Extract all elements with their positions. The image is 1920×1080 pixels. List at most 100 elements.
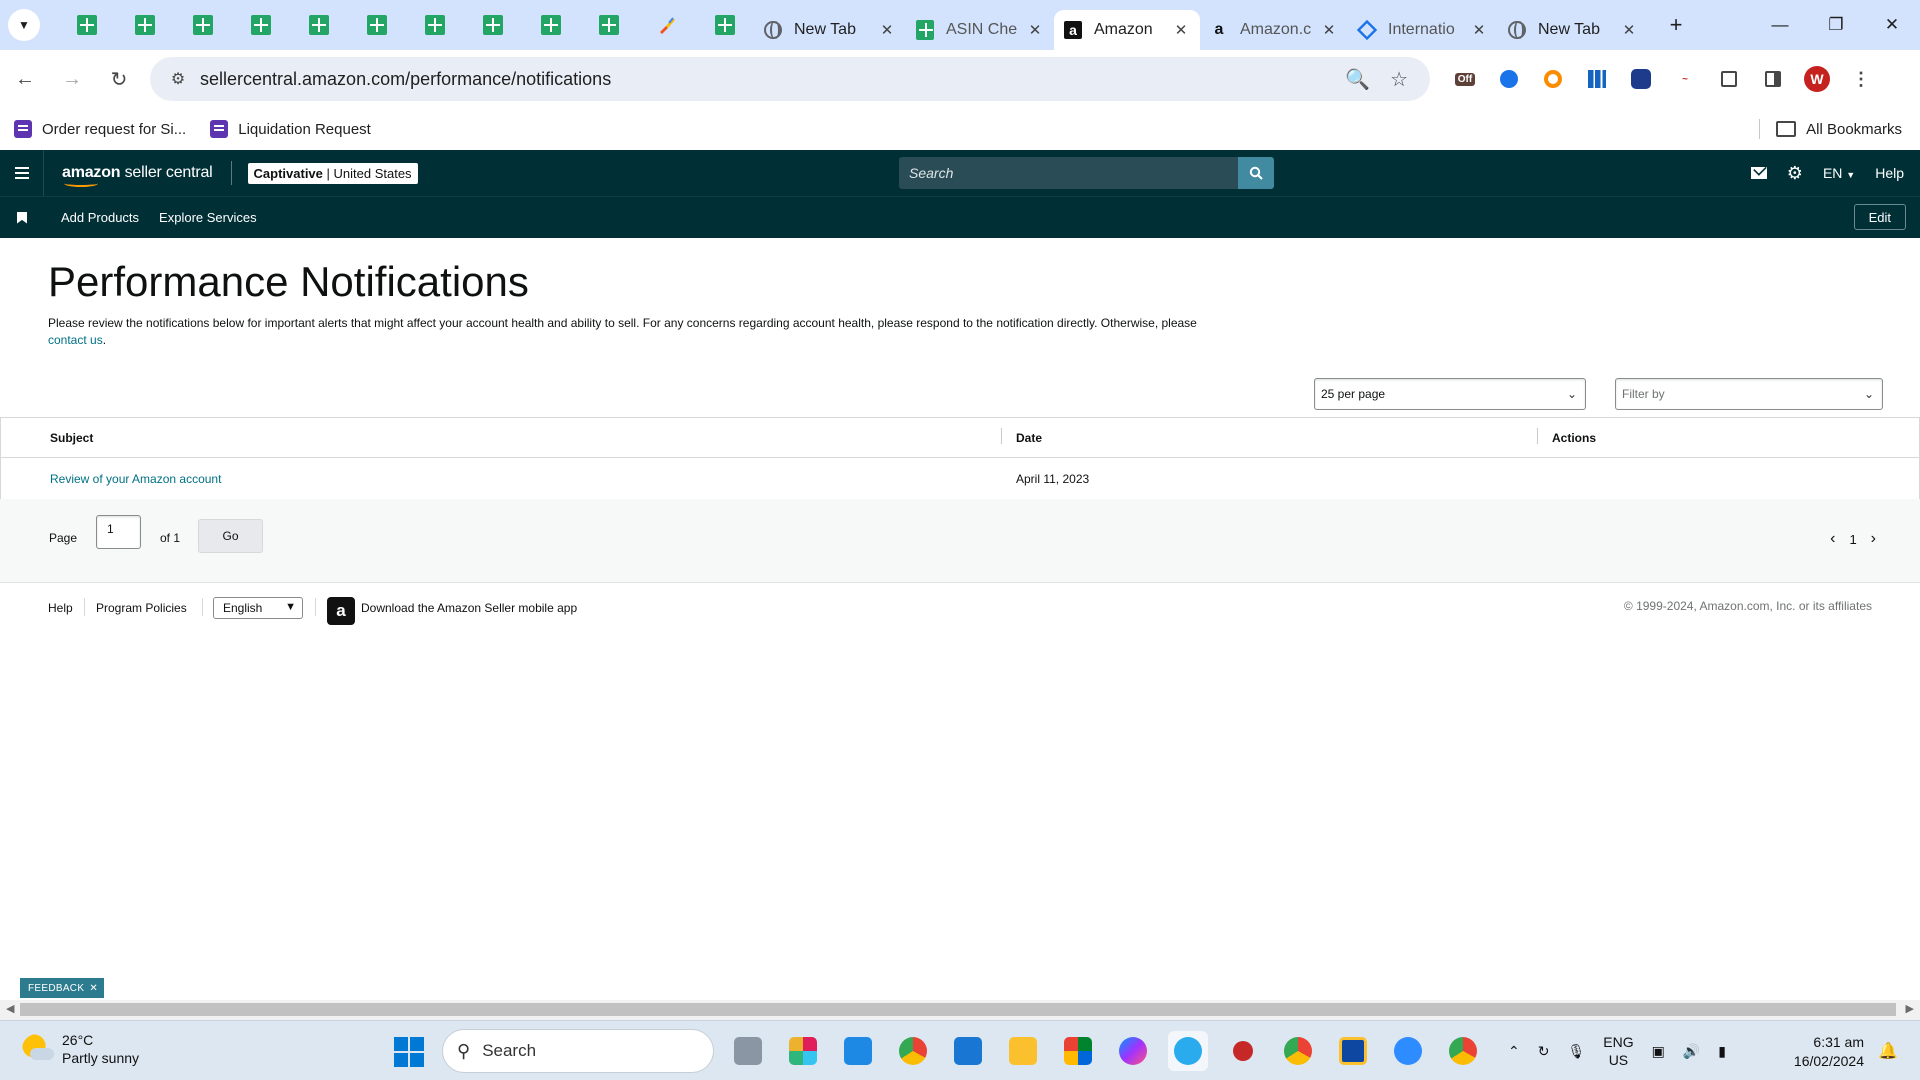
tab-asin-checker[interactable]: ASIN Che ✕ [906,10,1054,50]
r-app-icon[interactable] [1333,1031,1373,1071]
site-settings-icon[interactable]: ⚙ [156,69,200,89]
tab-international[interactable]: Internatio ✕ [1348,10,1498,50]
edit-button[interactable]: Edit [1853,204,1906,230]
close-window-icon[interactable]: ✕ [1864,0,1920,50]
taskbar-search[interactable]: ⚲ Search [442,1029,714,1073]
pinned-tab-sheets[interactable] [464,7,522,43]
column-header-date[interactable]: Date [1001,427,1537,445]
program-policies-link[interactable]: Program Policies [96,601,187,615]
chevron-left-icon[interactable]: ‹ [1830,530,1835,548]
filter-select[interactable]: Filter by ⌄ [1615,378,1883,410]
column-header-subject[interactable]: Subject [1,431,1001,445]
pinned-tab-sheets[interactable] [232,7,290,43]
tab-new-tab[interactable]: New Tab ✕ [1498,10,1648,50]
sync-icon[interactable]: ↻ [1538,1043,1550,1060]
new-tab-button[interactable]: + [1662,12,1690,38]
helium-extension-icon[interactable] [1494,64,1524,94]
zoom-icon[interactable] [1388,1031,1428,1071]
chrome-profile-icon[interactable] [1443,1031,1483,1071]
restore-icon[interactable]: ❐ [1808,0,1864,50]
pinned-tab-sheets[interactable] [174,7,232,43]
footer-language-select[interactable]: English ▼ [213,597,303,619]
chrome-icon[interactable] [893,1031,933,1071]
page-number-input[interactable]: 1 [96,515,141,549]
all-bookmarks-button[interactable]: All Bookmarks [1759,108,1902,150]
orange-extension-icon[interactable] [1538,64,1568,94]
forward-button[interactable]: → [50,57,94,101]
tab-amazon-com[interactable]: a Amazon.c ✕ [1200,10,1348,50]
back-button[interactable]: ← [3,57,47,101]
url-text[interactable]: sellercentral.amazon.com/performance/not… [200,69,1345,90]
address-bar[interactable]: ⚙ sellercentral.amazon.com/performance/n… [150,57,1430,101]
close-icon[interactable]: ✕ [878,21,896,39]
tab-amazon-active[interactable]: a Amazon ✕ [1054,10,1200,50]
chevron-right-icon[interactable]: › [1871,530,1876,548]
volume-icon[interactable]: 🔊 [1683,1043,1700,1060]
notepad-icon[interactable] [948,1031,988,1071]
chrome-menu-icon[interactable]: ⋮ [1846,64,1876,94]
mail-icon[interactable] [1750,167,1767,179]
bookmark-star-icon[interactable]: ☆ [1390,67,1408,92]
amazon-app-icon[interactable]: a [327,597,355,625]
messenger-icon[interactable] [1113,1031,1153,1071]
notification-bell-icon[interactable]: 🔔 [1878,1041,1898,1061]
pinned-tab-sheets[interactable] [406,7,464,43]
google-meet-icon[interactable] [1058,1031,1098,1071]
pinned-tab-sheets[interactable] [116,7,174,43]
profile-avatar[interactable]: W [1802,64,1832,94]
microphone-icon[interactable]: 🎙 [1567,1043,1585,1060]
close-icon[interactable]: ✕ [1620,21,1638,39]
pinned-tab-brush[interactable] [638,7,696,43]
bookmark-liquidation-request[interactable]: Liquidation Request [210,120,371,138]
close-icon[interactable]: ✕ [1470,21,1488,39]
chevron-up-icon[interactable]: ⌃ [1508,1043,1520,1060]
tab-search-icon[interactable]: ▼ [8,9,40,41]
account-switcher[interactable]: Captivative | United States [247,162,418,184]
pinned-tab-sheets[interactable] [290,7,348,43]
pinned-tab-sheets[interactable] [580,7,638,43]
bookmark-order-request[interactable]: Order request for Si... [14,120,186,138]
weather-widget[interactable]: 26°C Partly sunny [22,1031,139,1067]
download-app-link[interactable]: Download the Amazon Seller mobile app [361,601,577,615]
task-view-icon[interactable] [728,1031,768,1071]
pinned-tab-sheets[interactable] [58,7,116,43]
mail-app-icon[interactable] [838,1031,878,1071]
notification-subject-link[interactable]: Review of your Amazon account [50,472,221,486]
input-language[interactable]: ENG US [1603,1033,1633,1069]
seller-central-logo[interactable]: amazon seller central [62,164,213,187]
scroll-left-arrow[interactable]: ◀ [6,1002,14,1015]
horizontal-scrollbar[interactable]: ◀ ▶ [0,1000,1920,1020]
help-link[interactable]: Help [1875,165,1904,181]
network-icon[interactable]: ▣ [1652,1043,1665,1060]
gear-icon[interactable]: ⚙ [1787,163,1803,184]
close-icon[interactable]: ✕ [89,983,98,994]
scroll-right-arrow[interactable]: ▶ [1906,1002,1914,1015]
scrollbar-thumb[interactable] [20,1003,1896,1016]
go-button[interactable]: Go [198,519,263,553]
battery-icon[interactable]: ▮ [1718,1043,1726,1060]
search-input[interactable] [899,157,1239,189]
bookmark-icon[interactable] [17,211,27,224]
footer-help-link[interactable]: Help [48,601,73,615]
contact-us-link[interactable]: contact us [48,333,103,347]
puzzle-extension-icon[interactable] [1714,64,1744,94]
slack-icon[interactable] [783,1031,823,1071]
add-products-link[interactable]: Add Products [61,210,139,225]
tab-new-tab[interactable]: New Tab ✕ [754,10,906,50]
current-page-number[interactable]: 1 [1849,532,1856,547]
feedback-button[interactable]: FEEDBACK ✕ [20,978,104,998]
close-icon[interactable]: ✕ [1026,21,1044,39]
minimize-icon[interactable]: — [1752,0,1808,50]
pinned-tab-sheets[interactable] [696,7,754,43]
file-explorer-icon[interactable] [1003,1031,1043,1071]
close-icon[interactable]: ✕ [1320,21,1338,39]
explore-services-link[interactable]: Explore Services [159,210,257,225]
chart-extension-icon[interactable] [1626,64,1656,94]
off-extension-icon[interactable]: Off [1450,64,1480,94]
pinned-tab-sheets[interactable] [348,7,406,43]
per-page-select[interactable]: 25 per page ⌄ [1314,378,1586,410]
wps-office-icon[interactable] [1223,1031,1263,1071]
clock[interactable]: 6:31 am 16/02/2024 [1794,1033,1864,1071]
zoom-icon[interactable]: 🔍 [1345,67,1370,92]
telegram-icon[interactable] [1168,1031,1208,1071]
